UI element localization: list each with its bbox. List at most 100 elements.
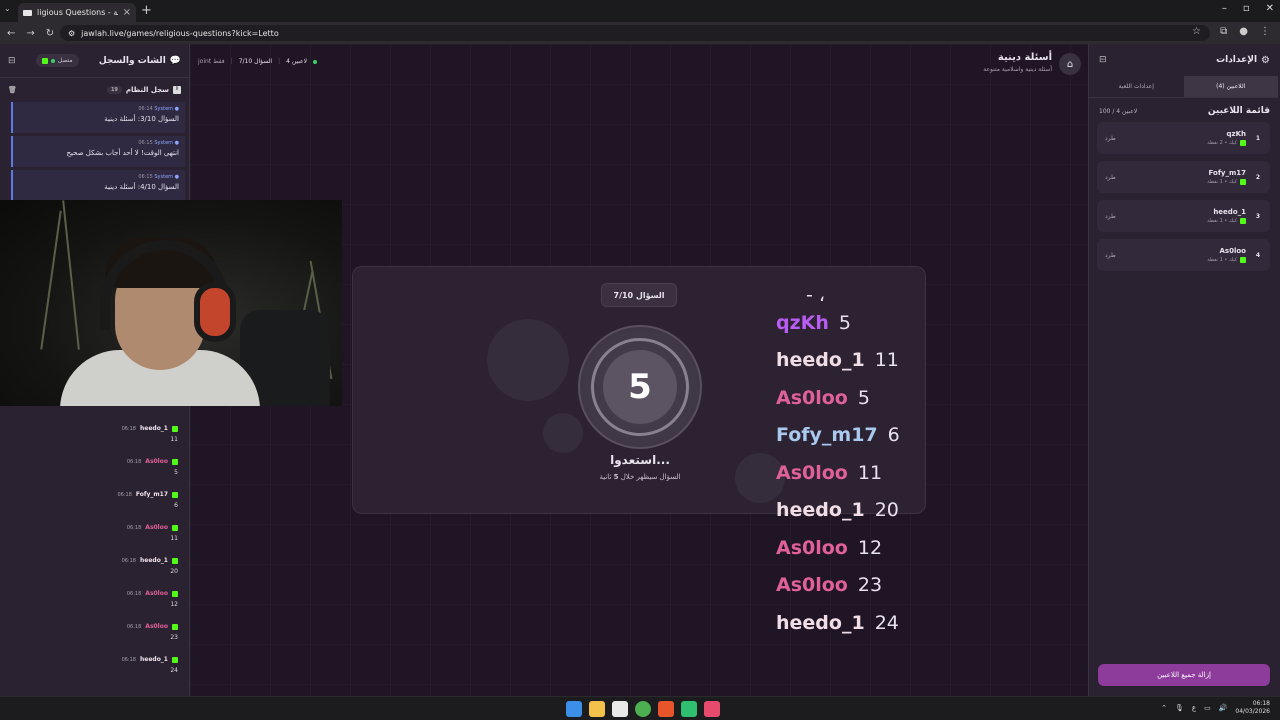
overlay-username: qzKh: [776, 311, 829, 334]
chat-time: 06:18: [126, 458, 142, 465]
kick-player-button[interactable]: طرد: [1105, 174, 1116, 181]
chat-time: 06:18: [126, 623, 142, 630]
extensions-icon[interactable]: ⧉: [1220, 26, 1227, 37]
collapse-left-icon[interactable]: ⊟: [8, 56, 16, 66]
chat-message: 06:18 As0loo 23: [0, 623, 190, 656]
syslog-header[interactable]: 🗑 19 سجل النظام i: [0, 78, 189, 102]
ready-sub-seconds: 5: [613, 473, 619, 481]
input-language[interactable]: ع: [1192, 704, 1196, 712]
app-icon[interactable]: [681, 701, 697, 717]
remove-all-players-button[interactable]: إزالة جميع اللاعبين: [1098, 664, 1270, 686]
chat-username[interactable]: As0loo: [145, 458, 168, 465]
chat-username[interactable]: heedo_1: [140, 425, 168, 432]
home-button[interactable]: ⌂: [1059, 53, 1081, 75]
start-icon[interactable]: [566, 701, 582, 717]
close-window-icon[interactable]: ✕: [1266, 3, 1274, 14]
close-tab-icon[interactable]: ×: [123, 7, 131, 18]
syslog-list: 06:14 System ● السؤال 3/10: أسئلة دينية …: [0, 102, 189, 201]
network-icon[interactable]: ▭: [1204, 704, 1211, 712]
trash-icon[interactable]: 🗑: [8, 86, 17, 94]
info-icon: ●: [174, 140, 179, 146]
chat-username[interactable]: As0loo: [145, 590, 168, 597]
chat-icon: 💬: [169, 55, 181, 66]
profile-icon[interactable]: ●: [1239, 26, 1248, 37]
kick-player-button[interactable]: طرد: [1105, 213, 1116, 220]
syslog-title: سجل النظام: [125, 86, 169, 94]
overlay-value: 23: [857, 574, 883, 597]
site-info-icon[interactable]: ⚙: [68, 29, 75, 38]
chat-username[interactable]: As0loo: [145, 623, 168, 630]
chat-message: 06:18 As0loo 5: [0, 458, 190, 491]
player-rank: 1: [1255, 134, 1261, 142]
forward-icon[interactable]: →: [26, 28, 34, 39]
browser-tabstrip: ⌄ ligious Questions - أسئلة دينية × + – …: [0, 0, 1280, 22]
mic-icon[interactable]: 🎙: [1175, 704, 1184, 712]
tray-chevron-icon[interactable]: ⌃: [1161, 704, 1167, 712]
online-dot-icon: [313, 59, 318, 64]
player-rank: 4: [1255, 251, 1261, 259]
player-row: طرد heedo_1 كيك • 1 نقطة 3: [1097, 200, 1270, 232]
tab-title: ligious Questions - أسئلة دينية: [37, 8, 118, 17]
overlay-chat-row: heedo_1 24: [776, 604, 976, 642]
player-name: As0loo: [1219, 247, 1246, 255]
bookmark-star-icon[interactable]: ☆: [1192, 26, 1201, 37]
media-app-icon[interactable]: [704, 701, 720, 717]
chat-message: 06:18 As0loo 11: [0, 524, 190, 557]
tab-search-icon[interactable]: ⌄: [4, 4, 11, 13]
collapse-right-icon[interactable]: ⊟: [1099, 55, 1107, 65]
connection-badge: متصل: [35, 54, 79, 67]
ready-sub-prefix: السؤال سيظهر خلال: [620, 473, 681, 481]
chat-text: 11: [170, 535, 178, 542]
syslog-time: 06:15: [138, 140, 153, 146]
kick-player-button[interactable]: طرد: [1105, 135, 1116, 142]
brave-icon[interactable]: [658, 701, 674, 717]
game-title: أسئلة دينية: [997, 52, 1052, 63]
settings-title: الإعدادات: [1216, 55, 1258, 65]
chat-username[interactable]: heedo_1: [140, 557, 168, 564]
chat-username[interactable]: heedo_1: [140, 656, 168, 663]
game-status-line: joint فقط | السؤال 7/10 | 4 لاعبين: [198, 58, 318, 65]
player-list-title: قائمة اللاعبين: [1207, 106, 1270, 116]
game-subtitle: أسئلة دينية واسلامية متنوعة: [983, 66, 1052, 73]
chat-username[interactable]: As0loo: [145, 524, 168, 531]
chrome-icon[interactable]: [635, 701, 651, 717]
clock[interactable]: 06:18 04/03/2026: [1235, 700, 1270, 716]
player-count: 100 / 4 لاعبين: [1099, 107, 1138, 115]
overlay-username: As0loo: [776, 461, 848, 484]
player-row: طرد Fofy_m17 كيك • 1 نقطة 2: [1097, 161, 1270, 193]
address-bar[interactable]: ⚙ jawlah.live/games/religious-questions?…: [60, 25, 1210, 41]
menu-icon[interactable]: ⋮: [1260, 26, 1270, 37]
minimize-icon[interactable]: –: [1222, 3, 1227, 14]
overlay-username: heedo_1: [776, 611, 865, 634]
kick-icon: [172, 491, 178, 498]
online-dot-icon: [50, 58, 55, 63]
countdown-number: 5: [603, 350, 677, 424]
chat-message-list: 06:18 heedo_1 11 06:18 As0loo 5 06:18 Fofy_m17 6…: [0, 425, 190, 689]
chat-text: 11: [170, 436, 178, 443]
kick-icon: [41, 57, 48, 64]
chat-time: 06:18: [121, 557, 136, 564]
new-tab-icon[interactable]: +: [141, 3, 152, 18]
overlay-username: heedo_1: [776, 499, 865, 522]
settings-panel: ⊟ الإعدادات ⚙ إعدادات اللعبة اللاعبين (4…: [1088, 44, 1280, 696]
kick-player-button[interactable]: طرد: [1105, 252, 1116, 259]
tab-game-settings[interactable]: إعدادات اللعبة: [1089, 76, 1184, 97]
store-icon[interactable]: [612, 701, 628, 717]
browser-tab[interactable]: ligious Questions - أسئلة دينية ×: [18, 3, 136, 22]
overlay-value: 11: [857, 461, 883, 484]
overlay-chat-row: qzKh 5: [776, 304, 976, 342]
chat-username[interactable]: Fofy_m17: [136, 491, 168, 498]
ready-sub-suffix: ثانية: [599, 473, 612, 481]
file-explorer-icon[interactable]: [589, 701, 605, 717]
maximize-icon[interactable]: ▫: [1243, 3, 1250, 14]
syslog-item: 06:15 System ● السؤال 4/10: أسئلة دينية: [11, 170, 185, 201]
chat-text: 12: [170, 601, 178, 608]
volume-icon[interactable]: 🔊: [1219, 704, 1228, 712]
overlay-username: As0loo: [776, 386, 848, 409]
player-rank: 2: [1255, 173, 1261, 181]
player-name: qzKh: [1226, 130, 1247, 138]
back-icon[interactable]: ←: [7, 28, 15, 39]
reload-icon[interactable]: ↻: [46, 28, 54, 39]
kick-icon: [172, 557, 178, 564]
tab-players[interactable]: اللاعبين (4): [1183, 76, 1278, 97]
